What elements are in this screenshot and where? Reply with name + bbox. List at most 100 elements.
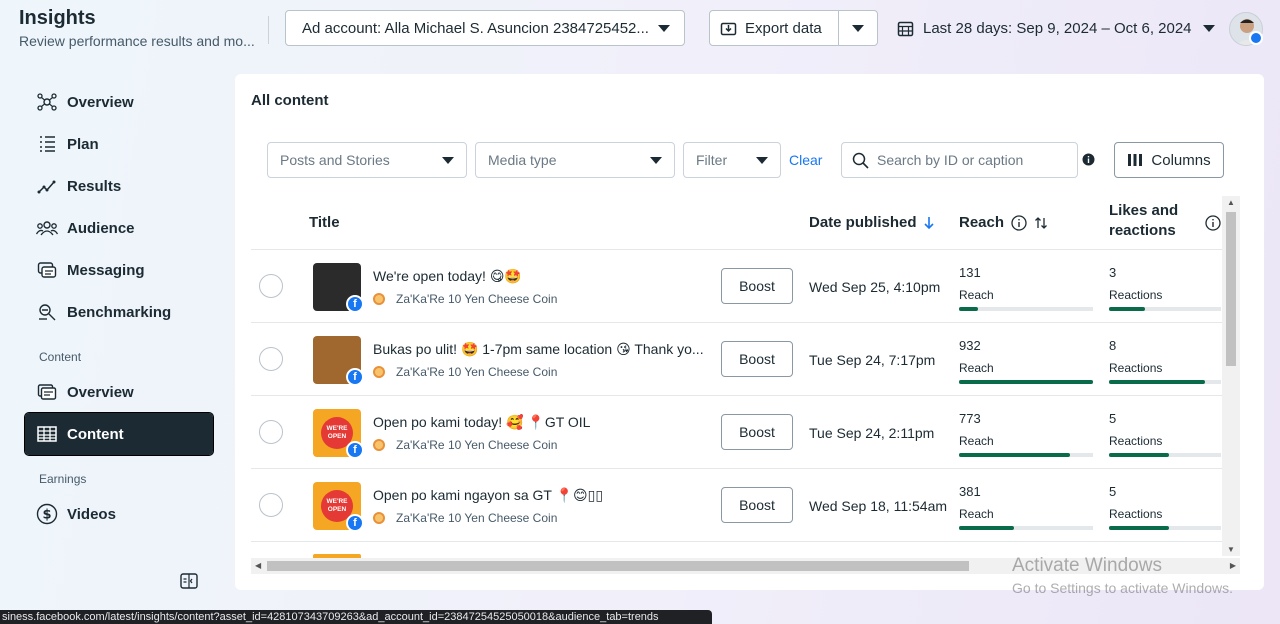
sidebar-item-results[interactable]: Results [25,165,213,207]
info-icon[interactable] [1082,153,1095,171]
page-avatar-icon [373,293,385,305]
boost-button[interactable]: Boost [721,341,793,377]
sidebar-item-label: Overview [67,383,134,401]
scroll-left-icon[interactable]: ◀ [255,561,261,570]
reach-label: Reach [959,507,994,521]
posts-stories-dropdown[interactable]: Posts and Stories [267,142,467,178]
calendar-icon [897,20,914,37]
row-select-radio[interactable] [259,274,283,298]
media-type-dropdown[interactable]: Media type [475,142,675,178]
sidebar-item-videos[interactable]: $ Videos [25,493,213,535]
table-icon [36,423,58,445]
reach-label: Reach [959,361,994,375]
vertical-scrollbar-thumb[interactable] [1226,212,1236,366]
export-data-button[interactable]: Export data [709,10,839,46]
date-column-header[interactable]: Date published [809,214,917,231]
post-caption[interactable]: Bukas po ulit! 🤩 1-7pm same location 😘 T… [373,341,711,358]
horizontal-scrollbar-thumb[interactable] [267,561,969,571]
row-select-radio[interactable] [259,493,283,517]
filter-label: Filter [696,152,728,168]
table-row: WE'RE OPEN f Open po kami today! 🥰 📍GT OIL… [251,396,1222,469]
export-icon [720,20,737,37]
likes-column-header-line2: reactions [1109,222,1176,239]
search-input[interactable]: Search by ID or caption [841,142,1078,178]
reach-column-header[interactable]: Reach [959,214,1004,231]
chevron-down-icon [650,157,662,164]
media-type-label: Media type [488,152,557,168]
filter-dropdown[interactable]: Filter [683,142,781,178]
reach-label: Reach [959,434,994,448]
post-caption[interactable]: Open po kami ngayon sa GT 📍😊▯▯ [373,487,711,504]
page-subtitle: Review performance results and mo... [19,33,255,49]
sidebar-item-label: Messaging [67,261,145,279]
row-select-radio[interactable] [259,347,283,371]
chevron-down-icon [442,157,454,164]
post-caption[interactable]: Open po kami today! 🥰 📍GT OIL [373,414,711,431]
sidebar-item-label: Content [67,425,124,443]
status-bar-url: siness.facebook.com/latest/insights/cont… [0,610,712,624]
sidebar-item-label: Plan [67,135,99,153]
collapse-sidebar-icon[interactable] [180,572,198,595]
scroll-up-icon[interactable]: ▲ [1227,198,1235,207]
likes-column-header[interactable]: Likes and [1109,202,1178,219]
chevron-down-icon [852,24,864,32]
sidebar-item-plan[interactable]: Plan [25,123,213,165]
sidebar-item-content[interactable]: Content [24,412,214,456]
svg-text:$: $ [42,508,51,523]
sidebar-item-label: Results [67,177,122,195]
reactions-bar-fill [1109,380,1205,384]
reactions-bar [1109,526,1221,530]
date-published: Tue Sep 24, 2:11pm [809,425,935,441]
chevron-down-icon [1202,24,1215,32]
table-row: f Bukas po ulit! 🤩 1-7pm same location 😘 … [251,323,1222,396]
boost-button[interactable]: Boost [721,414,793,450]
boost-button[interactable]: Boost [721,268,793,304]
columns-button[interactable]: Columns [1114,142,1224,178]
export-dropdown-button[interactable] [838,10,878,46]
info-icon[interactable] [1011,215,1027,236]
post-caption[interactable]: We're open today! 😋🤩 [373,268,711,285]
sort-icon[interactable] [1034,216,1048,235]
reach-bar [959,453,1093,457]
reactions-bar [1109,453,1221,457]
vertical-scrollbar[interactable]: ▲ ▼ [1222,196,1240,556]
clear-filters-link[interactable]: Clear [789,152,822,168]
sidebar-item-label: Audience [67,219,135,237]
sidebar-item-benchmarking[interactable]: Benchmarking [25,291,213,333]
trend-line-icon [36,175,58,197]
columns-icon [1127,153,1143,167]
list-icon [36,133,58,155]
page-avatar-icon [373,512,385,524]
reach-value: 381 [959,484,981,499]
export-label: Export data [745,19,822,37]
date-range-label: Last 28 days: Sep 9, 2024 – Oct 6, 2024 [923,19,1192,37]
page-name: Za'Ka'Re 10 Yen Cheese Coin [373,438,557,452]
reactions-value: 3 [1109,265,1117,280]
scroll-down-icon[interactable]: ▼ [1227,545,1235,554]
date-range-selector[interactable]: Last 28 days: Sep 9, 2024 – Oct 6, 2024 [897,10,1215,46]
sidebar-item-content-overview[interactable]: Overview [25,371,213,413]
sidebar: Overview Plan Results Audience Messaging… [0,80,230,600]
sidebar-item-overview[interactable]: Overview [25,81,213,123]
reach-value: 773 [959,411,981,426]
header-divider [268,16,269,44]
ad-account-selector[interactable]: Ad account: Alla Michael S. Asuncion 238… [285,10,685,46]
title-column-header[interactable]: Title [309,214,340,231]
reach-value: 932 [959,338,981,353]
reactions-label: Reactions [1109,361,1163,375]
scroll-right-icon[interactable]: ▶ [1230,561,1236,570]
gallery-icon [36,381,58,403]
facebook-icon [1249,31,1263,45]
sort-descending-icon[interactable] [923,216,935,235]
chevron-down-icon [756,157,768,164]
info-icon[interactable] [1205,215,1221,236]
sidebar-item-audience[interactable]: Audience [25,207,213,249]
reach-bar-fill [959,453,1070,457]
row-select-radio[interactable] [259,420,283,444]
sidebar-item-messaging[interactable]: Messaging [25,249,213,291]
page-title: Insights [19,7,96,29]
page-name: Za'Ka'Re 10 Yen Cheese Coin [373,511,557,525]
reach-bar-fill [959,380,1093,384]
boost-button[interactable]: Boost [721,487,793,523]
reactions-value: 8 [1109,338,1117,353]
